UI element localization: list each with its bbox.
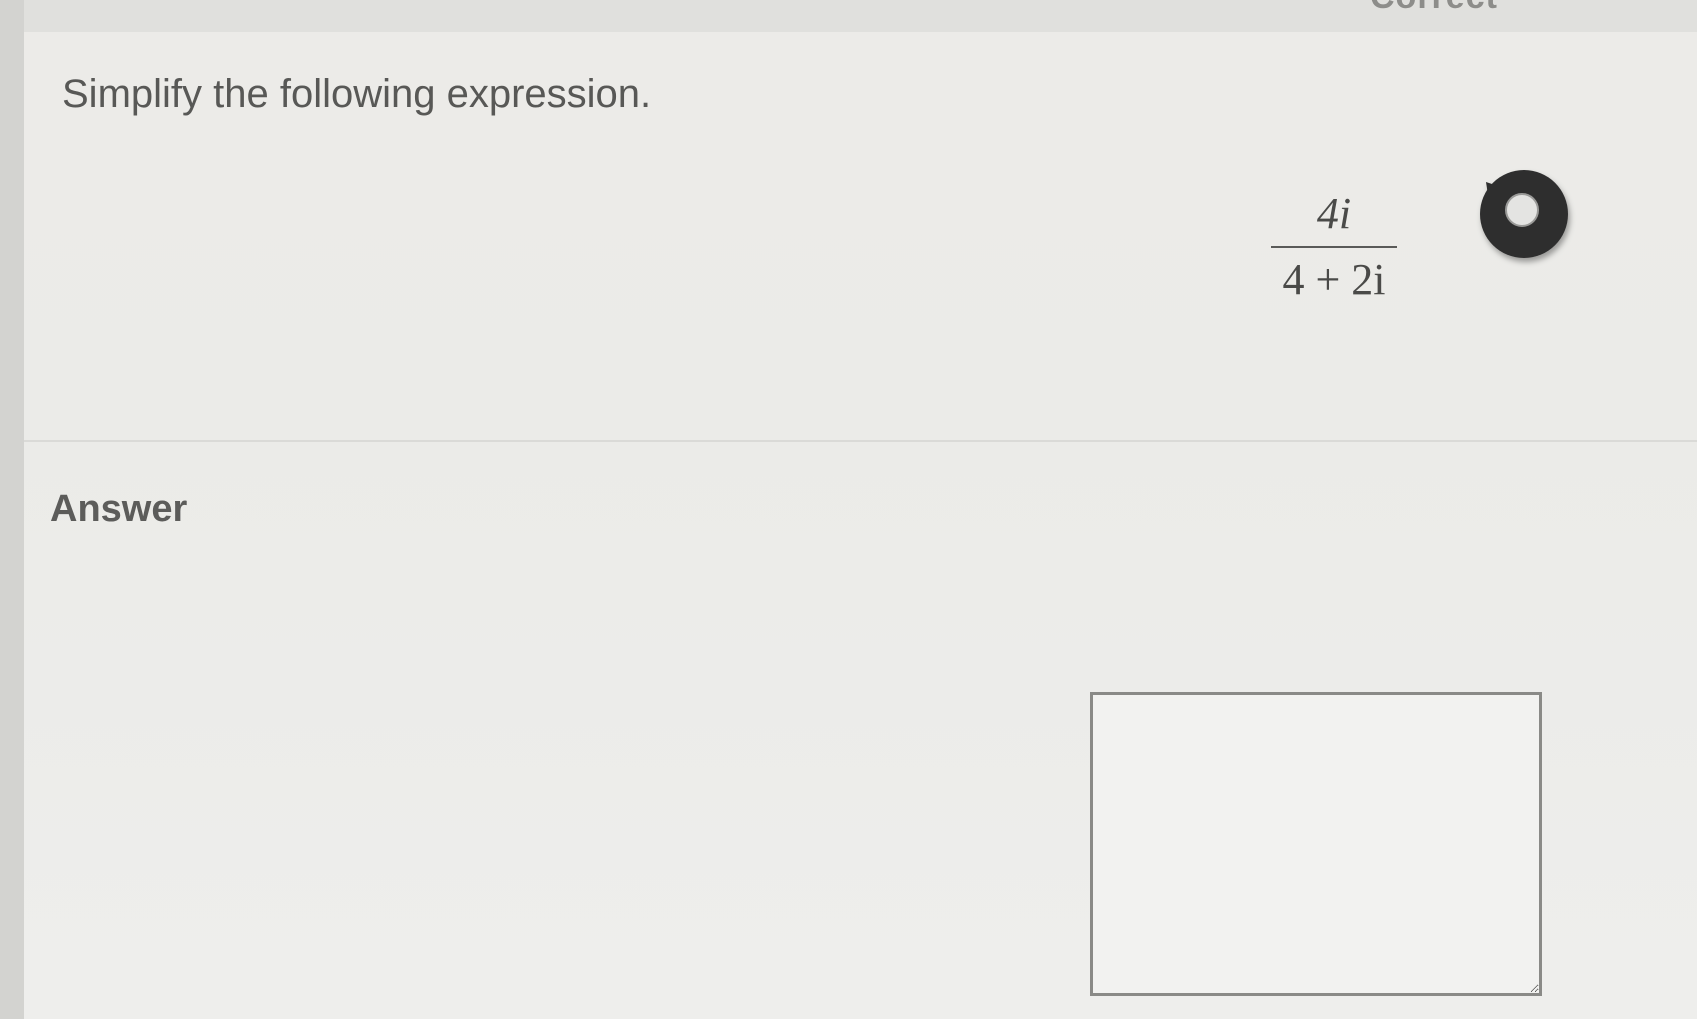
question-card: Simplify the following expression. 4i 4 …: [24, 32, 1697, 1019]
status-text: Correct: [1370, 0, 1498, 17]
section-divider: [24, 440, 1697, 442]
speaker-icon[interactable]: [1464, 152, 1584, 272]
answer-label: Answer: [50, 488, 188, 530]
question-section: Simplify the following expression. 4i 4 …: [24, 32, 1697, 442]
fraction-numerator: 4i: [1316, 189, 1352, 238]
fraction-denominator: 4 + 2i: [1282, 255, 1386, 304]
expression-fraction: 4i 4 + 2i: [1254, 192, 1414, 302]
answer-input[interactable]: [1090, 692, 1542, 996]
left-edge: [0, 0, 24, 1019]
question-prompt: Simplify the following expression.: [62, 72, 652, 116]
top-status-strip: Correct: [0, 0, 1697, 32]
